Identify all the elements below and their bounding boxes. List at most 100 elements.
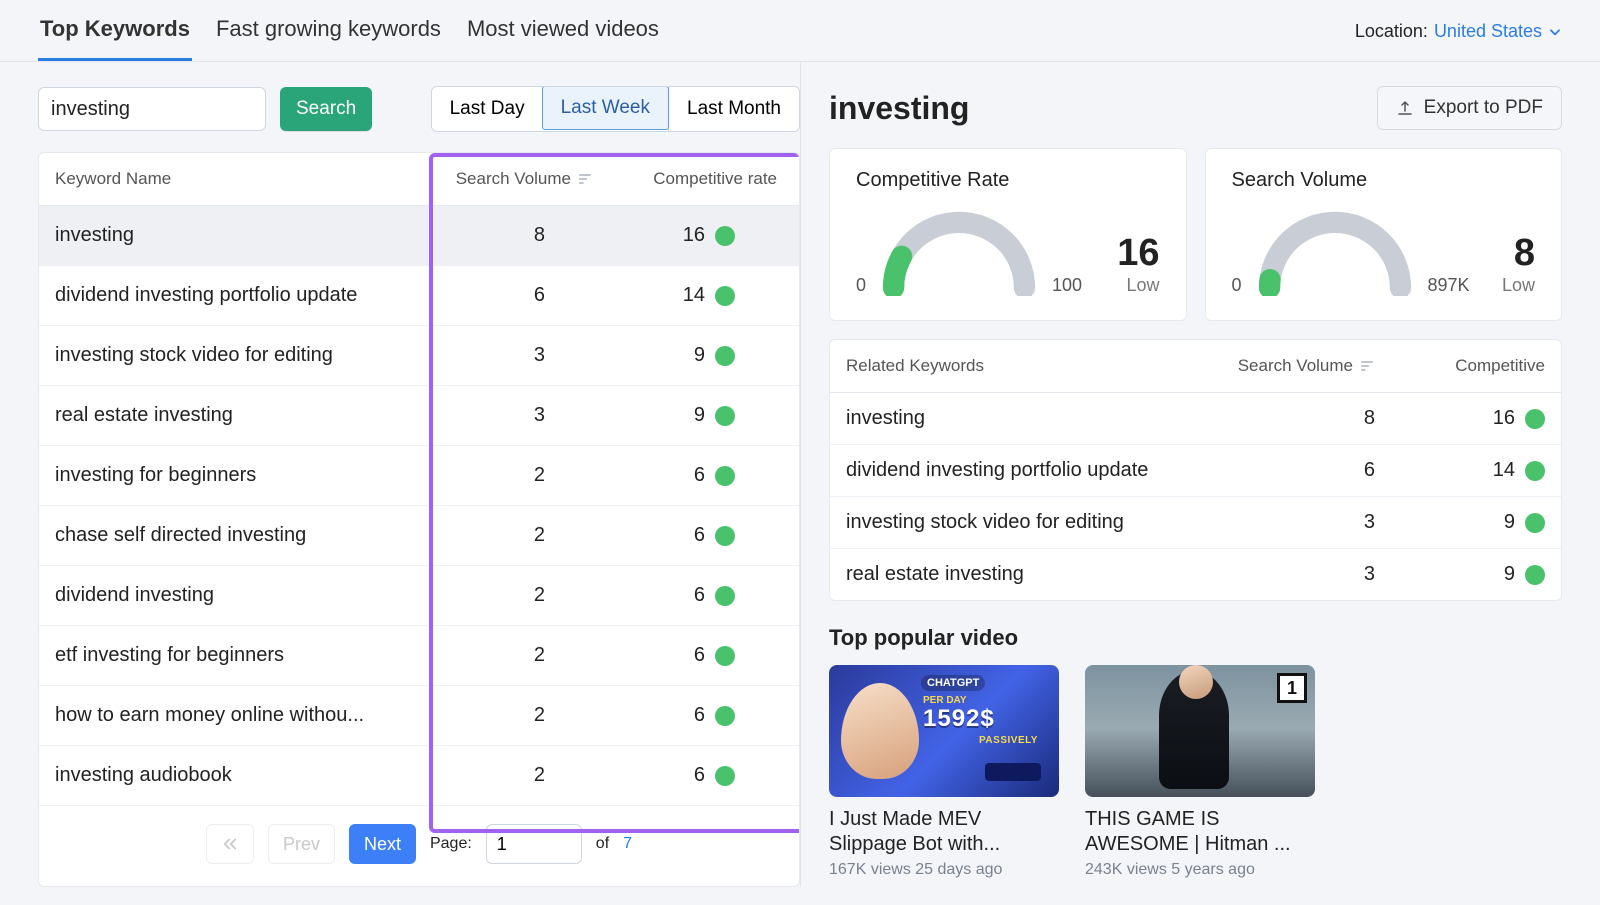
cell-keyword-name: chase self directed investing — [55, 524, 375, 547]
video-thumbnail: 1 — [1085, 665, 1315, 797]
cell-search-volume: 2 — [375, 584, 545, 607]
search-row: Search Last Day Last Week Last Month — [38, 86, 800, 132]
gauge-competitive-min: 0 — [856, 275, 866, 296]
cell-keyword-name: investing audiobook — [55, 764, 375, 787]
cell-search-volume: 2 — [375, 704, 545, 727]
status-dot-icon — [1525, 461, 1545, 481]
right-panel: investing Export to PDF Competitive Rate… — [800, 62, 1562, 887]
video-card[interactable]: 1 THIS GAME IS AWESOME | Hitman ... 243K… — [1085, 665, 1315, 879]
pager-page-input[interactable] — [486, 824, 582, 864]
table-row[interactable]: real estate investing39 — [39, 386, 799, 446]
gauge-volume-svg — [1250, 206, 1420, 296]
detail-title: investing — [829, 90, 969, 127]
table-row[interactable]: investing stock video for editing39 — [830, 497, 1561, 549]
table-row[interactable]: investing816 — [39, 206, 799, 266]
cell-competitive: 6 — [545, 644, 735, 667]
pager-prev[interactable]: Prev — [268, 824, 335, 864]
table-row[interactable]: dividend investing portfolio update614 — [39, 266, 799, 326]
gauge-competitive-max: 100 — [1052, 275, 1082, 296]
pager-of: of — [596, 835, 609, 853]
gauge-competitive-value: 16 — [1117, 232, 1159, 275]
cell-keyword-name: investing — [846, 407, 1185, 430]
table-row[interactable]: investing for beginners26 — [39, 446, 799, 506]
gauge-volume-label: Low — [1502, 275, 1535, 296]
chevron-double-left-icon — [221, 835, 239, 853]
cell-competitive: 9 — [545, 404, 735, 427]
location-value[interactable]: United States — [1434, 21, 1562, 42]
duration-last-week[interactable]: Last Week — [542, 86, 669, 130]
rh-search-volume-label: Search Volume — [1238, 356, 1353, 376]
status-dot-icon — [1525, 565, 1545, 585]
gauge-competitive-label: Low — [1117, 275, 1159, 296]
export-pdf-button[interactable]: Export to PDF — [1377, 86, 1562, 130]
cell-keyword-name: how to earn money online withou... — [55, 704, 375, 727]
cell-keyword-name: investing — [55, 224, 375, 247]
duration-last-day[interactable]: Last Day — [432, 87, 543, 131]
thumb-chip: CHATGPT — [921, 675, 985, 691]
left-panel: Search Last Day Last Week Last Month Key… — [38, 62, 800, 887]
status-dot-icon — [715, 346, 735, 366]
thumb-text: PASSIVELY — [979, 735, 1038, 746]
pager-next[interactable]: Next — [349, 824, 416, 864]
gauge-competitive-svg — [874, 206, 1044, 296]
table-row[interactable]: etf investing for beginners26 — [39, 626, 799, 686]
table-row[interactable]: investing816 — [830, 393, 1561, 445]
keywords-table: Keyword Name Search Volume Competitive r… — [38, 152, 800, 887]
search-input[interactable] — [38, 87, 266, 131]
video-card[interactable]: CHATGPT PER DAY 1592$ PASSIVELY I Just M… — [829, 665, 1059, 879]
table-row[interactable]: dividend investing26 — [39, 566, 799, 626]
cell-competitive: 6 — [545, 764, 735, 787]
tab-most-viewed-videos[interactable]: Most viewed videos — [465, 16, 661, 61]
table-row[interactable]: chase self directed investing26 — [39, 506, 799, 566]
topbar: Top Keywords Fast growing keywords Most … — [0, 0, 1600, 62]
status-dot-icon — [715, 706, 735, 726]
pager-total[interactable]: 7 — [623, 835, 632, 853]
cell-search-volume: 8 — [1185, 407, 1375, 430]
cell-search-volume: 2 — [375, 524, 545, 547]
cell-search-volume: 6 — [1185, 459, 1375, 482]
th-search-volume-label: Search Volume — [456, 169, 571, 189]
pager-first[interactable] — [206, 824, 254, 864]
cell-search-volume: 6 — [375, 284, 545, 307]
table-row[interactable]: investing stock video for editing39 — [39, 326, 799, 386]
rh-competitive[interactable]: Competitive — [1375, 356, 1545, 376]
upload-icon — [1396, 99, 1414, 117]
rh-related-keywords[interactable]: Related Keywords — [846, 356, 1185, 376]
video-meta: 167K views 25 days ago — [829, 861, 1059, 879]
cell-search-volume: 2 — [375, 464, 545, 487]
cell-competitive: 6 — [545, 524, 735, 547]
cell-competitive: 9 — [545, 344, 735, 367]
gauge-competitive-title: Competitive Rate — [856, 169, 1160, 192]
cell-competitive: 9 — [1375, 563, 1545, 586]
pager: Prev Next Page: of 7 — [39, 805, 799, 886]
cell-search-volume: 3 — [375, 404, 545, 427]
table-row[interactable]: investing audiobook26 — [39, 746, 799, 805]
cell-search-volume: 3 — [1185, 563, 1375, 586]
rh-search-volume[interactable]: Search Volume — [1185, 356, 1375, 376]
th-search-volume[interactable]: Search Volume — [423, 169, 593, 189]
detail-header: investing Export to PDF — [829, 86, 1562, 130]
table-row[interactable]: dividend investing portfolio update614 — [830, 445, 1561, 497]
table-row[interactable]: how to earn money online withou...26 — [39, 686, 799, 746]
cell-keyword-name: investing stock video for editing — [846, 511, 1185, 534]
search-button[interactable]: Search — [280, 87, 372, 131]
gauge-search-volume: Search Volume 0 897K 8 Low — [1205, 148, 1563, 321]
gauge-volume-title: Search Volume — [1232, 169, 1536, 192]
tab-fast-growing[interactable]: Fast growing keywords — [214, 16, 443, 61]
table-row[interactable]: real estate investing39 — [830, 549, 1561, 600]
thumb-figure-head — [1179, 665, 1213, 699]
th-keyword-name[interactable]: Keyword Name — [55, 169, 423, 189]
tab-top-keywords[interactable]: Top Keywords — [38, 16, 192, 61]
gauge-volume-value: 8 — [1502, 232, 1535, 275]
videos-title: Top popular video — [829, 625, 1562, 651]
cell-keyword-name: dividend investing — [55, 584, 375, 607]
duration-toggle: Last Day Last Week Last Month — [431, 86, 800, 132]
video-title: THIS GAME IS AWESOME | Hitman ... — [1085, 807, 1315, 857]
cell-competitive: 14 — [1375, 459, 1545, 482]
cell-competitive: 14 — [545, 284, 735, 307]
cell-keyword-name: investing stock video for editing — [55, 344, 375, 367]
th-competitive-rate[interactable]: Competitive rate — [593, 169, 783, 189]
video-thumbnail: CHATGPT PER DAY 1592$ PASSIVELY — [829, 665, 1059, 797]
cell-competitive: 16 — [545, 224, 735, 247]
duration-last-month[interactable]: Last Month — [668, 87, 799, 131]
